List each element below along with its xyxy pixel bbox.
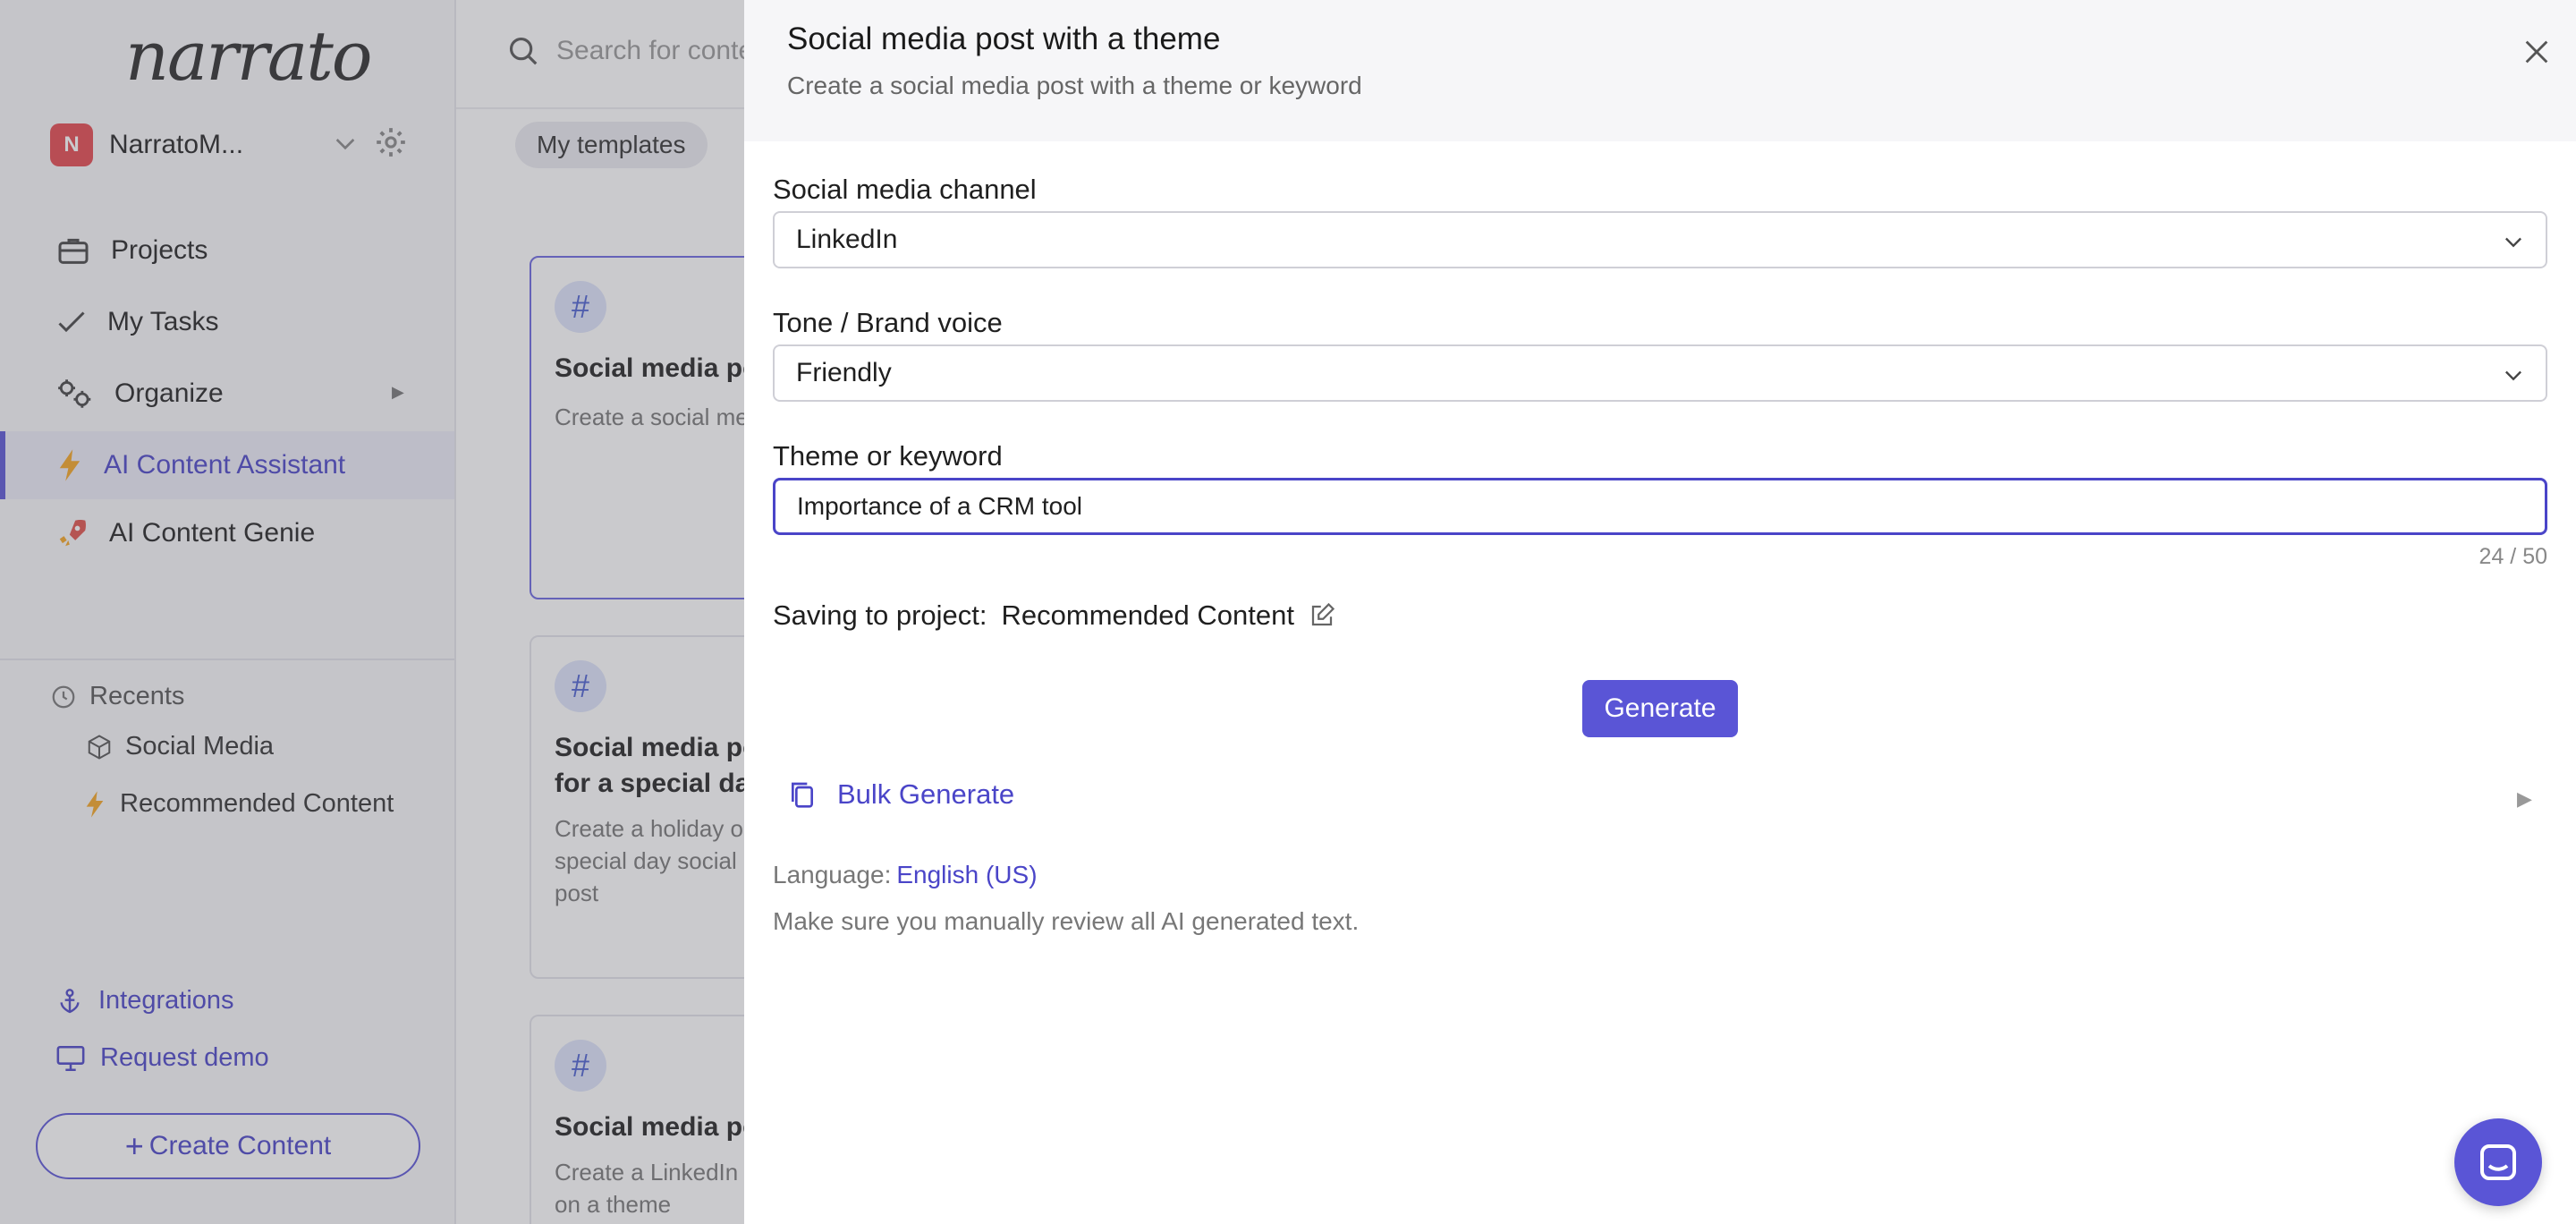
template-drawer: Social media post with a theme Create a … bbox=[744, 0, 2576, 1224]
character-counter: 24 / 50 bbox=[2479, 544, 2547, 569]
theme-input[interactable] bbox=[773, 478, 2547, 535]
edit-icon[interactable] bbox=[1309, 602, 1335, 629]
tone-label: Tone / Brand voice bbox=[773, 307, 1003, 338]
generate-button[interactable]: Generate bbox=[1582, 680, 1738, 737]
drawer-header: Social media post with a theme Create a … bbox=[744, 0, 2576, 141]
review-disclaimer: Make sure you manually review all AI gen… bbox=[773, 907, 1360, 935]
expand-arrow-icon[interactable]: ▶ bbox=[2517, 787, 2532, 811]
channel-select[interactable]: LinkedIn bbox=[773, 211, 2547, 268]
close-button[interactable] bbox=[2519, 34, 2555, 70]
language-info: Language: English (US) bbox=[773, 861, 1038, 889]
saving-label: Saving to project: bbox=[773, 599, 987, 631]
saving-project-name: Recommended Content bbox=[1001, 599, 1294, 631]
tone-value: Friendly bbox=[796, 358, 892, 387]
drawer-title: Social media post with a theme bbox=[787, 21, 1221, 56]
language-label: Language: bbox=[773, 861, 892, 888]
saving-to-project: Saving to project: Recommended Content bbox=[773, 599, 1335, 632]
chat-icon bbox=[2480, 1144, 2516, 1180]
close-icon bbox=[2525, 40, 2548, 64]
chevron-down-icon bbox=[2501, 229, 2526, 261]
chat-support-button[interactable] bbox=[2454, 1118, 2542, 1206]
chevron-down-icon bbox=[2501, 362, 2526, 395]
theme-label: Theme or keyword bbox=[773, 440, 1003, 472]
channel-value: LinkedIn bbox=[796, 225, 898, 254]
bulk-generate-label: Bulk Generate bbox=[837, 778, 1015, 810]
channel-label: Social media channel bbox=[773, 174, 1037, 205]
drawer-subtitle: Create a social media post with a theme … bbox=[787, 72, 1362, 99]
language-value[interactable]: English (US) bbox=[896, 861, 1037, 888]
bulk-generate-toggle[interactable]: Bulk Generate bbox=[789, 778, 1014, 811]
copy-icon bbox=[792, 782, 813, 808]
tone-select[interactable]: Friendly bbox=[773, 344, 2547, 402]
